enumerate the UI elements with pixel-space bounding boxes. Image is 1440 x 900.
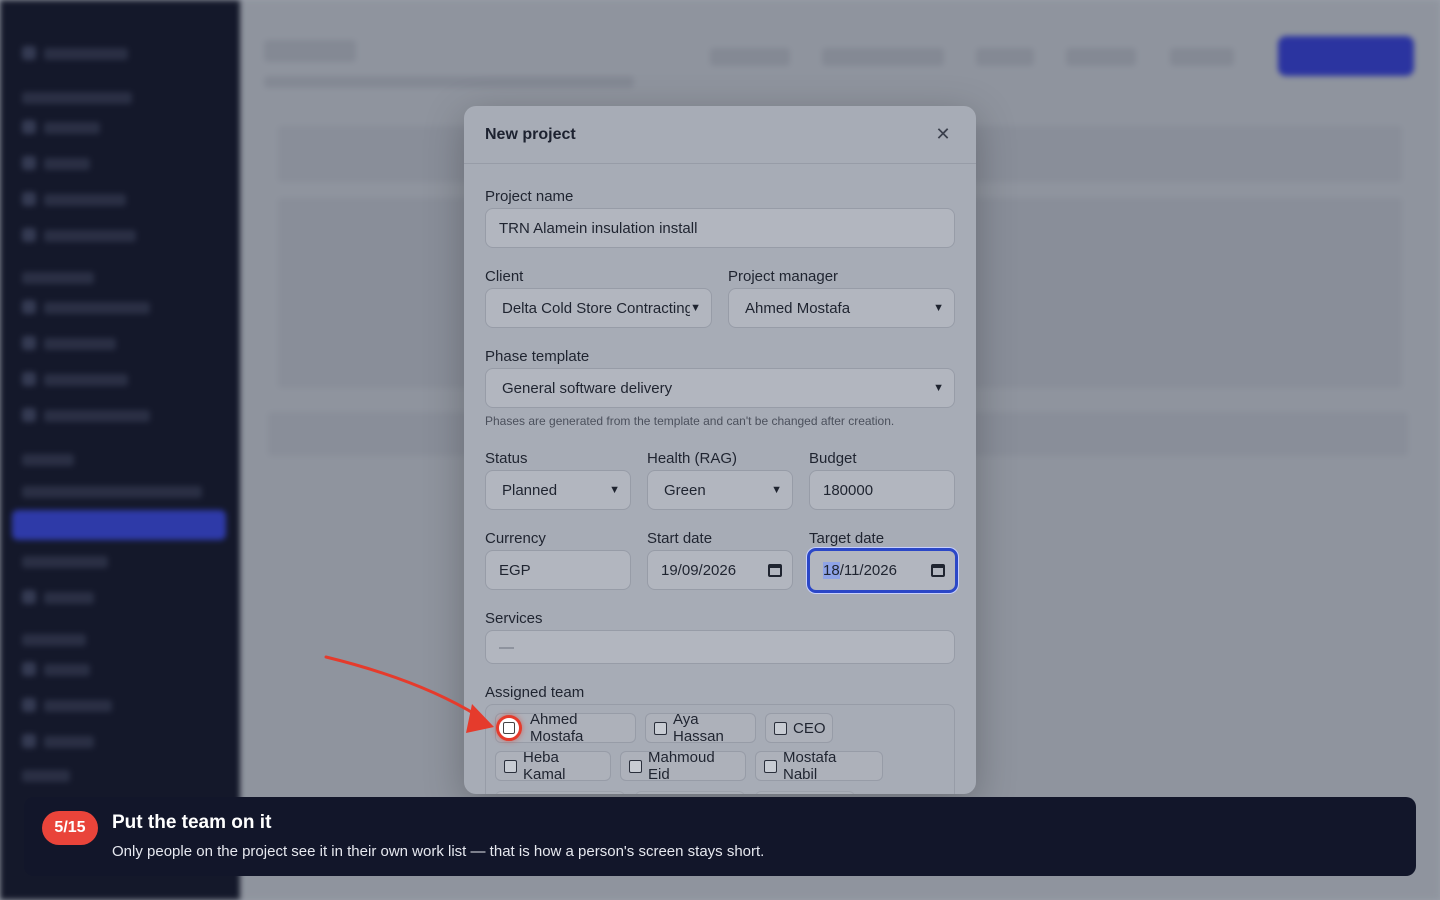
budget-value: 180000: [823, 481, 874, 499]
status-value: Planned: [502, 481, 558, 499]
new-project-modal: New project ✕ Project name TRN Alamein i…: [464, 106, 976, 794]
start-date-label: Start date: [647, 530, 713, 547]
budget-label: Budget: [809, 450, 857, 467]
team-member-label: Heba Kamal: [523, 749, 566, 783]
chevron-down-icon: ▼: [933, 302, 944, 314]
close-icon[interactable]: ✕: [931, 123, 955, 147]
tour-toast: 5/15 Put the team on it Only people on t…: [24, 797, 1416, 876]
checkbox[interactable]: [503, 722, 515, 734]
team-member-chip[interactable]: [495, 791, 625, 794]
chevron-down-icon: ▼: [609, 484, 620, 496]
team-member-chip[interactable]: [635, 791, 745, 794]
sidebar: [0, 0, 240, 900]
phase-template-select[interactable]: General software delivery ▼: [485, 368, 955, 408]
target-date-input[interactable]: 18/11/2026: [807, 548, 958, 593]
chevron-down-icon: ▼: [690, 302, 701, 314]
team-member-label: Aya Hassan: [673, 711, 724, 745]
tour-step-badge: 5/15: [42, 811, 98, 845]
assigned-team-label: Assigned team: [485, 684, 585, 701]
phase-template-value: General software delivery: [502, 379, 673, 397]
currency-label: Currency: [485, 530, 546, 547]
chevron-down-icon: ▼: [933, 382, 944, 394]
checkbox[interactable]: [629, 759, 642, 773]
checkbox[interactable]: [764, 759, 777, 773]
team-member-chip[interactable]: Mahmoud Eid: [620, 749, 746, 783]
target-date-label: Target date: [809, 530, 885, 547]
project-name-label: Project name: [485, 188, 574, 205]
services-value: —: [499, 638, 514, 656]
team-member-chip[interactable]: Aya Hassan: [645, 711, 756, 745]
health-value: Green: [664, 481, 706, 499]
team-member-chip[interactable]: CEO: [765, 713, 833, 743]
start-date-input[interactable]: 19/09/2026: [647, 550, 793, 590]
team-member-chip[interactable]: Mostafa Nabil: [755, 749, 883, 783]
calendar-icon[interactable]: [931, 564, 945, 577]
target-date-selected-segment: 18: [823, 562, 840, 579]
status-select[interactable]: Planned ▼: [485, 470, 631, 510]
health-select[interactable]: Green ▼: [647, 470, 793, 510]
assigned-team-list: Ahmed Mostafa Aya Hassan CEO Heba Kamal …: [485, 704, 955, 794]
currency-value: EGP: [499, 561, 531, 579]
team-member-chip[interactable]: Heba Kamal: [495, 749, 611, 783]
currency-input[interactable]: EGP: [485, 550, 631, 590]
team-member-chip[interactable]: [755, 791, 855, 794]
checkbox[interactable]: [774, 721, 787, 735]
checkbox[interactable]: [654, 721, 667, 735]
client-label: Client: [485, 268, 524, 285]
checkbox[interactable]: [504, 759, 517, 773]
client-value: Delta Cold Store Contracting: [502, 299, 691, 317]
status-label: Status: [485, 450, 528, 467]
target-date-rest: /11/2026: [839, 562, 897, 579]
target-date-value: 18/11/2026: [823, 562, 897, 579]
budget-input[interactable]: 180000: [809, 470, 955, 510]
modal-header: New project ✕: [464, 106, 976, 164]
ahmed-mostafa-checkbox[interactable]: [496, 715, 522, 741]
tour-title: Put the team on it: [112, 812, 272, 833]
team-member-label: CEO: [793, 719, 826, 737]
services-label: Services: [485, 610, 543, 627]
calendar-icon[interactable]: [768, 563, 782, 577]
start-date-value: 19/09/2026: [661, 561, 737, 579]
services-input[interactable]: —: [485, 630, 955, 664]
team-member-label: Ahmed Mostafa: [530, 711, 584, 745]
team-member-label: Mostafa Nabil: [783, 749, 837, 783]
project-manager-label: Project manager: [728, 268, 839, 285]
chevron-down-icon: ▼: [771, 484, 782, 496]
project-name-input[interactable]: TRN Alamein insulation install: [485, 208, 955, 248]
health-label: Health (RAG): [647, 450, 738, 467]
project-manager-select[interactable]: Ahmed Mostafa ▼: [728, 288, 955, 328]
project-name-value: TRN Alamein insulation install: [499, 219, 698, 237]
phase-template-label: Phase template: [485, 348, 590, 365]
modal-title: New project: [485, 125, 576, 143]
team-member-label: Mahmoud Eid: [648, 749, 715, 783]
phase-template-hint: Phases are generated from the template a…: [485, 414, 895, 428]
project-manager-value: Ahmed Mostafa: [745, 299, 851, 317]
tour-text: Only people on the project see it in the…: [112, 843, 765, 860]
client-select[interactable]: Delta Cold Store Contracting ▼: [485, 288, 712, 328]
